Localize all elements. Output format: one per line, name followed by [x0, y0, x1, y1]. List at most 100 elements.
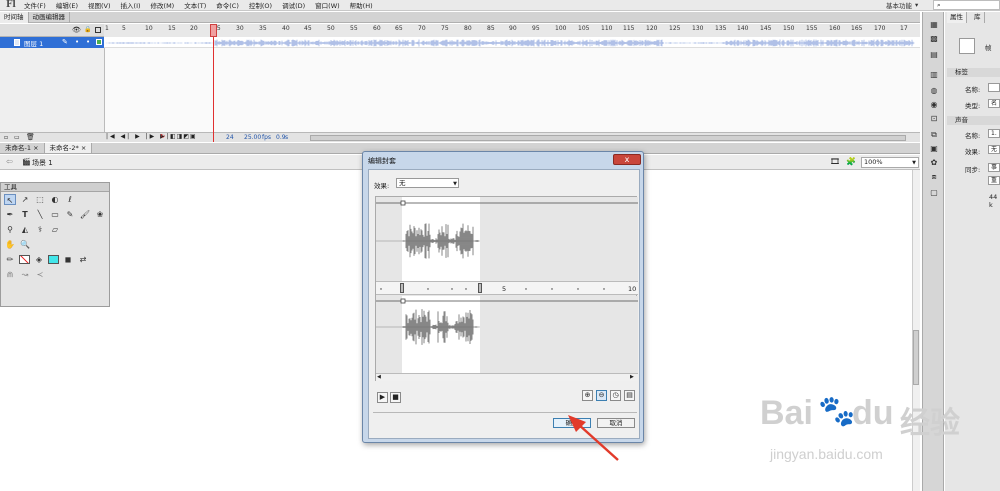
tab-properties[interactable]: 属性 [947, 12, 967, 23]
sound-name-select[interactable]: 1. [988, 129, 1000, 138]
edit-scene-icon[interactable]: 🎞 [830, 157, 840, 166]
eraser-tool-icon[interactable]: ▱ [49, 224, 61, 235]
back-arrow-icon[interactable]: ⇦ [6, 157, 13, 166]
eye-icon[interactable]: 👁 [72, 26, 81, 34]
repeat-select[interactable]: 重 [988, 176, 1000, 185]
new-folder-icon[interactable]: ▭ [14, 134, 20, 141]
menu-commands[interactable]: 命令(C) [216, 0, 239, 10]
workspace-switcher[interactable]: 基本功能 ▾ [886, 0, 918, 10]
info-panel-icon[interactable]: ▥ [928, 70, 940, 80]
text-tool-icon[interactable]: T [19, 209, 31, 220]
lasso-tool-icon[interactable]: ℓ [64, 194, 76, 205]
scroll-right-icon[interactable]: ▶ [630, 374, 634, 380]
menu-edit[interactable]: 编辑(E) [56, 0, 78, 10]
loop-icon[interactable]: ↻ [160, 133, 165, 140]
doc-tab-1[interactable]: 未命名-1 × [0, 143, 45, 153]
lock-dot-icon[interactable]: • [86, 38, 90, 46]
black-white-icon[interactable]: ◼ [62, 254, 74, 265]
right-channel[interactable] [376, 296, 638, 373]
timeline-hscroll[interactable] [310, 135, 906, 141]
motion-presets-icon[interactable]: ⊡ [928, 114, 940, 124]
layer-row-selected[interactable]: 图层 1 ✎ • • [0, 37, 104, 48]
line-tool-icon[interactable]: ╲ [34, 209, 46, 220]
rectangle-tool-icon[interactable]: ▭ [49, 209, 61, 220]
scroll-left-icon[interactable]: ◀ [377, 374, 381, 380]
frames-row[interactable] [104, 37, 920, 48]
sound-section-header[interactable]: 声音 [947, 116, 1000, 125]
current-frame[interactable]: 24 [226, 134, 234, 141]
new-layer-icon[interactable]: ▫ [4, 134, 8, 141]
dialog-effect-select[interactable]: 无 ▼ [396, 178, 459, 188]
edit-symbols-icon[interactable]: 🧩 [846, 157, 856, 166]
fill-color-swatch[interactable] [48, 255, 59, 264]
menu-insert[interactable]: 插入(I) [121, 0, 141, 10]
frame-rate[interactable]: 25.00 [244, 134, 261, 141]
bone-tool-icon[interactable]: ⚲ [4, 224, 16, 235]
empty-frames-area[interactable] [104, 48, 920, 132]
straighten-icon[interactable]: ≺ [34, 269, 46, 280]
type-select[interactable]: 名 [988, 99, 1000, 108]
free-transform-tool-icon[interactable]: ⬚ [34, 194, 46, 205]
menu-text[interactable]: 文本(T) [184, 0, 206, 10]
smooth-icon[interactable]: ↝ [19, 269, 31, 280]
frames-button[interactable]: ▤ [624, 390, 635, 401]
3d-rotation-tool-icon[interactable]: ◐ [49, 194, 61, 205]
frame-name-input[interactable] [988, 83, 1000, 92]
movie-explorer-icon[interactable]: ⧈ [928, 172, 940, 182]
effect-select[interactable]: 无 [988, 145, 1000, 154]
stage-vscroll-thumb[interactable] [913, 330, 919, 385]
pen-tool-icon[interactable]: ✒ [4, 209, 16, 220]
fill-color-icon[interactable]: ◈ [33, 254, 45, 265]
deco-tool-icon[interactable]: ❀ [94, 209, 106, 220]
close-icon[interactable]: × [81, 144, 86, 152]
zoom-select[interactable]: 100% ▼ [861, 157, 919, 168]
zoom-tool-icon[interactable]: 🔍 [19, 239, 31, 250]
output-panel-icon[interactable]: ▢ [928, 188, 940, 198]
outline-icon[interactable] [95, 27, 101, 33]
pencil-tool-icon[interactable]: ✎ [64, 209, 76, 220]
tools-panel-title[interactable]: 工具 [1, 183, 109, 192]
tab-timeline[interactable]: 时间轴 [0, 12, 29, 23]
envelope-waveform-area[interactable]: 5 10 ◀ ▶ [375, 196, 638, 381]
play-sound-button[interactable]: ▶ [377, 392, 388, 403]
label-section-header[interactable]: 标签 [947, 68, 1000, 77]
eyedropper-tool-icon[interactable]: ⚕ [34, 224, 46, 235]
menu-modify[interactable]: 修改(M) [151, 0, 175, 10]
search-input[interactable]: ⌕ [933, 0, 1000, 10]
menu-view[interactable]: 视图(V) [88, 0, 111, 10]
menu-control[interactable]: 控制(O) [249, 0, 272, 10]
zoom-in-button[interactable]: ⊕ [582, 390, 593, 401]
visible-dot-icon[interactable]: • [75, 38, 79, 46]
library-dock-icon[interactable]: ✿ [928, 158, 940, 168]
lock-icon[interactable]: 🔒 [84, 26, 91, 33]
scene-label[interactable]: 场景 1 [32, 158, 53, 168]
menu-window[interactable]: 窗口(W) [315, 0, 340, 10]
seconds-button[interactable]: ◷ [610, 390, 621, 401]
playhead-handle[interactable] [210, 24, 217, 37]
envelope-hscroll[interactable]: ◀ ▶ [376, 373, 638, 381]
swap-colors-icon[interactable]: ⇄ [77, 254, 89, 265]
swatches-panel-icon[interactable]: ▤ [928, 50, 940, 60]
frame-ruler[interactable]: 1 5 10 15 20 25 30 35 40 45 50 55 60 65 … [104, 24, 920, 37]
subselection-tool-icon[interactable]: ↗ [19, 194, 31, 205]
close-icon[interactable]: × [33, 144, 38, 152]
sync-select[interactable]: 事 [988, 163, 1000, 172]
stroke-color-icon[interactable]: ✏ [4, 254, 16, 265]
stop-sound-button[interactable]: ■ [390, 392, 401, 403]
menu-help[interactable]: 帮助(H) [350, 0, 373, 10]
left-channel[interactable] [376, 197, 638, 281]
outline-color-swatch[interactable] [96, 39, 102, 45]
components-panel-icon[interactable]: ◉ [928, 100, 940, 110]
trash-icon[interactable]: 🗑 [26, 133, 35, 141]
stroke-color-swatch[interactable] [19, 255, 30, 264]
color-panel-icon[interactable]: ▩ [928, 34, 940, 44]
selection-tool-icon[interactable]: ↖ [4, 194, 16, 205]
history-panel-icon[interactable]: ▣ [928, 144, 940, 154]
align-panel-icon[interactable]: ▦ [928, 20, 940, 30]
snap-magnet-icon[interactable]: ⋒ [4, 269, 16, 280]
zoom-out-button[interactable]: ⊖ [596, 390, 607, 401]
dialog-close-button[interactable]: x [613, 154, 641, 165]
brush-tool-icon[interactable]: 🖌 [79, 209, 91, 220]
menu-debug[interactable]: 调试(D) [282, 0, 305, 10]
menu-file[interactable]: 文件(F) [24, 0, 46, 10]
